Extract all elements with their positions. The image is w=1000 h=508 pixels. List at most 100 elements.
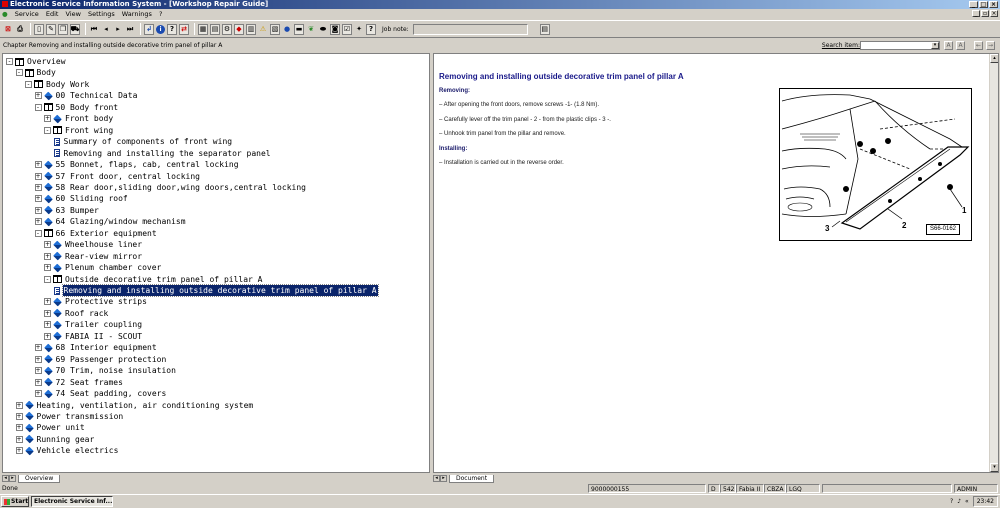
minimize-button[interactable]: _ [969,1,978,8]
expand-icon[interactable]: + [34,183,42,191]
expand-icon[interactable]: + [44,332,51,340]
tree-node[interactable]: +68 Interior equipment [34,342,158,353]
search-dropdown-icon[interactable]: ▾ [931,42,939,49]
oil-icon[interactable]: ⬬ [318,24,328,35]
next-icon[interactable]: ▸ [113,24,123,35]
tree-node[interactable]: + Wheelhouse liner [44,239,143,250]
tree-node[interactable]: +72 Seat frames [34,377,124,388]
expand-icon[interactable]: + [34,355,42,363]
collapse-icon[interactable]: - [34,103,42,111]
menu-help[interactable]: ? [159,10,162,18]
expand-icon[interactable]: + [34,195,42,203]
tree-node[interactable]: + Front body [44,113,114,124]
mdi-minimize-button[interactable]: _ [972,10,980,17]
help-icon[interactable]: ? [366,23,376,35]
tree-node[interactable]: Removing and installing outside decorati… [53,284,379,297]
search-prev-button[interactable]: ← [974,41,983,50]
expand-icon[interactable]: + [34,390,42,398]
tree-node[interactable]: +55 Bonnet, flaps, cab, central locking [34,159,240,170]
collapse-icon[interactable]: - [25,80,32,88]
search-input[interactable] [860,41,940,50]
doc-tab-left-arrow[interactable]: ◂ [433,475,440,482]
doc-check-icon[interactable]: ☑ [342,23,352,35]
tree-node[interactable]: - 66 Exterior equipment [34,228,158,239]
tree-node[interactable]: - Body [15,67,57,78]
expand-icon[interactable]: + [44,309,51,317]
tree-node[interactable]: + Power transmission [15,411,125,422]
expand-icon[interactable]: + [34,161,42,169]
prev-icon[interactable]: ◂ [101,24,111,35]
tab-overview[interactable]: Overview [18,474,61,483]
tree-node[interactable]: +58 Rear door,sliding door,wing doors,ce… [34,182,307,193]
expand-icon[interactable]: + [34,206,42,214]
tree-node[interactable]: Removing and installing the separator pa… [53,148,272,159]
tab-left-arrow[interactable]: ◂ [2,475,9,482]
leaf-icon[interactable]: ❦ [306,24,316,35]
collapse-icon[interactable]: - [44,126,51,134]
collapse-icon[interactable]: - [15,69,23,77]
taskbar-app-button[interactable]: Electronic Service Inf... [31,496,113,507]
close-button[interactable]: × [989,1,998,8]
question-icon[interactable]: ? [167,23,177,35]
expand-icon[interactable]: + [44,115,51,123]
mdi-close-button[interactable]: × [990,10,998,17]
tree-node[interactable]: +63 Bumper [34,205,100,216]
scroll-down-icon[interactable]: ▾ [990,463,998,472]
expand-icon[interactable]: + [15,447,23,455]
tree-node[interactable]: - Front wing [44,125,114,136]
help-tray-icon[interactable]: ? [950,498,953,505]
expand-icon[interactable]: + [44,264,51,272]
tab-right-arrow[interactable]: ▸ [9,475,16,482]
calc-icon[interactable]: ▤ [210,23,220,35]
menu-service[interactable]: Service [15,10,39,18]
battery-icon[interactable]: ▬ [294,23,304,35]
doc-tab-right-arrow[interactable]: ▸ [440,475,447,482]
last-icon[interactable]: ⏭ [125,24,135,35]
new-doc-icon[interactable]: ▯ [34,23,44,35]
volume-tray-icon[interactable]: ♪ [957,498,961,505]
menu-settings[interactable]: Settings [88,10,115,18]
component-icon[interactable]: ◙ [330,23,340,35]
tree-node[interactable]: +74 Seat padding, covers [34,388,168,399]
menu-warnings[interactable]: Warnings [122,10,152,18]
expand-icon[interactable]: + [44,252,51,260]
edit-icon[interactable]: ✎ [46,23,56,35]
tree-node[interactable]: Summary of components of front wing [53,136,234,147]
tree-node[interactable]: + Trailer coupling [44,319,143,330]
expand-icon[interactable]: + [34,378,42,386]
chart-icon[interactable]: ▧ [270,23,280,35]
tools-icon[interactable]: ⚙ [222,23,232,35]
car-icon[interactable]: ⛟ [70,23,80,35]
search-find-icon[interactable]: A [944,41,953,50]
tree-node[interactable]: + Running gear [15,434,96,445]
tree-node[interactable]: + FABIA II - SCOUT [44,331,143,342]
drop-icon[interactable]: ● [282,24,292,35]
tree-node[interactable]: + Vehicle electrics [15,445,120,456]
document-scrollbar[interactable]: ▴ ▾ [989,54,998,472]
first-icon[interactable]: ⏮ [89,24,99,35]
tray-expand-icon[interactable]: « [965,498,969,505]
start-button[interactable]: Start [1,496,29,507]
expand-icon[interactable]: + [15,401,23,409]
tree-node[interactable]: + Heating, ventilation, air conditioning … [15,400,255,411]
tree-node[interactable]: - Overview [6,56,67,67]
exit-icon[interactable]: ⊠ [3,24,13,35]
back-icon[interactable]: ↲ [144,23,154,35]
job-note-button-icon[interactable]: ▤ [539,23,550,35]
wrench-icon[interactable]: ✦ [354,24,364,35]
expand-icon[interactable]: + [34,367,42,375]
tree-node[interactable]: +69 Passenger protection [34,354,168,365]
expand-icon[interactable]: + [34,344,42,352]
menu-edit[interactable]: Edit [46,10,59,18]
copy-icon[interactable]: ❐ [58,23,68,35]
tree-node[interactable]: + Power unit [15,422,86,433]
tree-node[interactable]: + Rear-view mirror [44,251,143,262]
info-icon[interactable]: i [156,24,165,34]
tree-node[interactable]: + Plenum chamber cover [44,262,162,273]
tree-node[interactable]: +70 Trim, noise insulation [34,365,177,376]
scroll-up-icon[interactable]: ▴ [990,54,998,63]
job-note-field[interactable] [412,23,528,35]
print-icon[interactable]: ⎙ [15,24,25,35]
expand-icon[interactable]: + [44,241,51,249]
expand-icon[interactable]: + [15,412,23,420]
